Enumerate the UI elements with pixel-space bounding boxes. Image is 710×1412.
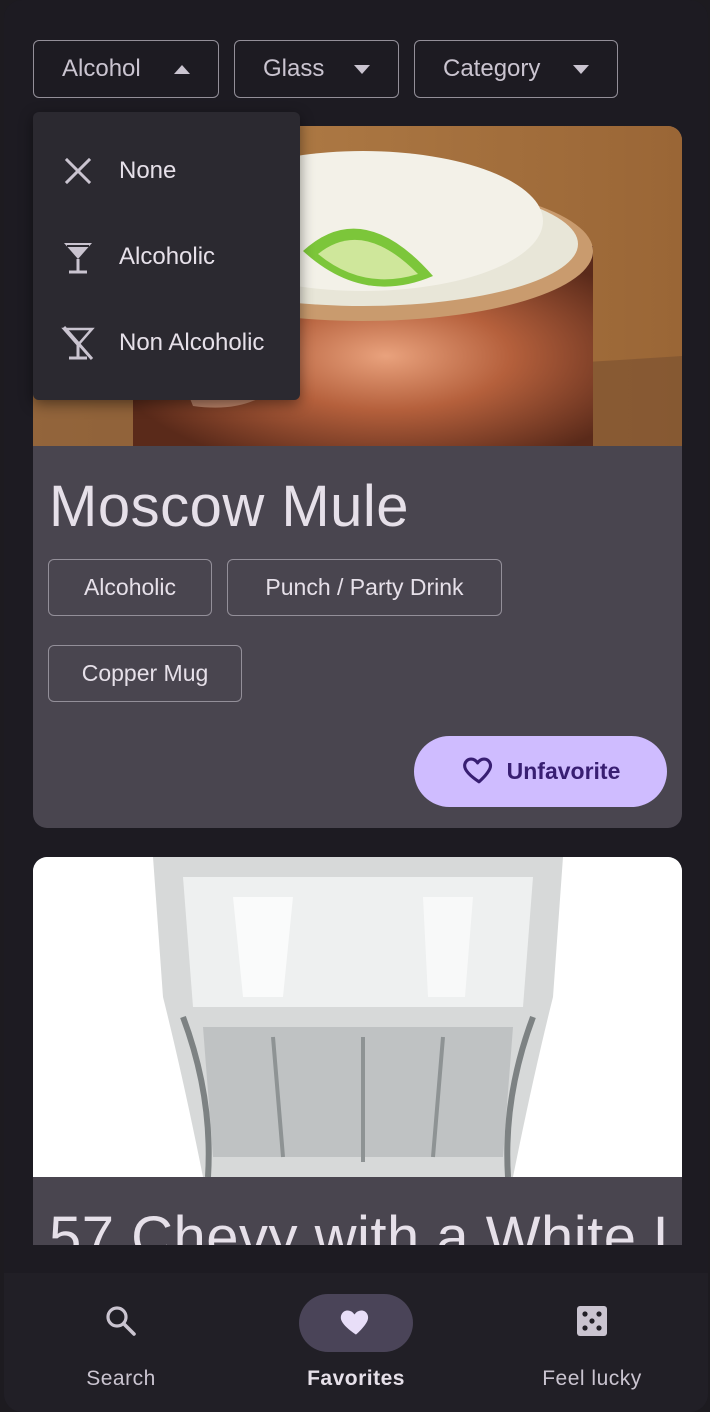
nav-pill (535, 1294, 649, 1352)
nav-item-favorites[interactable]: Favorites (256, 1273, 456, 1412)
close-icon (58, 151, 98, 191)
cocktail-title: 57 Chevy with a White License Plate (49, 1205, 682, 1245)
tag-chip[interactable]: Punch / Party Drink (227, 559, 502, 616)
menu-item-label: Alcoholic (119, 243, 216, 270)
menu-item-alcoholic[interactable]: Alcoholic (33, 214, 300, 300)
glass-filter-dropdown[interactable]: Glass (234, 40, 399, 98)
nav-pill (64, 1294, 178, 1352)
search-icon (103, 1303, 139, 1344)
category-filter-label: Category (443, 55, 541, 82)
glass-filter-label: Glass (263, 55, 325, 82)
nav-label: Favorites (307, 1367, 405, 1390)
alcohol-filter-dropdown[interactable]: Alcohol (33, 40, 219, 98)
menu-item-label: Non Alcoholic (119, 329, 265, 356)
cocktail-image (33, 857, 682, 1177)
unfavorite-button[interactable]: Unfavorite (414, 736, 667, 807)
tag-chip[interactable]: Copper Mug (48, 645, 242, 702)
caret-up-icon (174, 64, 190, 74)
app-screen: Alcohol Glass Category Moscow Mule Alcoh… (4, 0, 708, 1412)
nav-item-search[interactable]: Search (21, 1273, 221, 1412)
dice-icon (575, 1304, 609, 1343)
cocktail-glass-icon (58, 237, 98, 277)
tag-chip[interactable]: Alcoholic (48, 559, 212, 616)
nav-label: Feel lucky (542, 1367, 642, 1390)
nav-label: Search (86, 1367, 156, 1390)
unfavorite-label: Unfavorite (506, 758, 621, 784)
no-alcohol-glass-icon (58, 323, 98, 363)
caret-down-icon (573, 64, 589, 74)
alcohol-filter-label: Alcohol (62, 55, 141, 82)
heart-outline-icon (461, 752, 497, 792)
cocktail-title: Moscow Mule (49, 474, 410, 539)
menu-item-non-alcoholic[interactable]: Non Alcoholic (33, 300, 300, 386)
menu-item-label: None (119, 157, 177, 184)
nav-pill (299, 1294, 413, 1352)
alcohol-filter-menu: None Alcoholic Non Alcoholic (33, 112, 300, 400)
category-filter-dropdown[interactable]: Category (414, 40, 618, 98)
heart-icon (337, 1303, 375, 1344)
caret-down-icon (354, 64, 370, 74)
bottom-navigation: Search Favorites Feel lucky (4, 1273, 708, 1412)
cocktail-card[interactable]: 57 Chevy with a White License Plate (33, 857, 682, 1245)
nav-item-feel-lucky[interactable]: Feel lucky (492, 1273, 692, 1412)
menu-item-none[interactable]: None (33, 128, 300, 214)
